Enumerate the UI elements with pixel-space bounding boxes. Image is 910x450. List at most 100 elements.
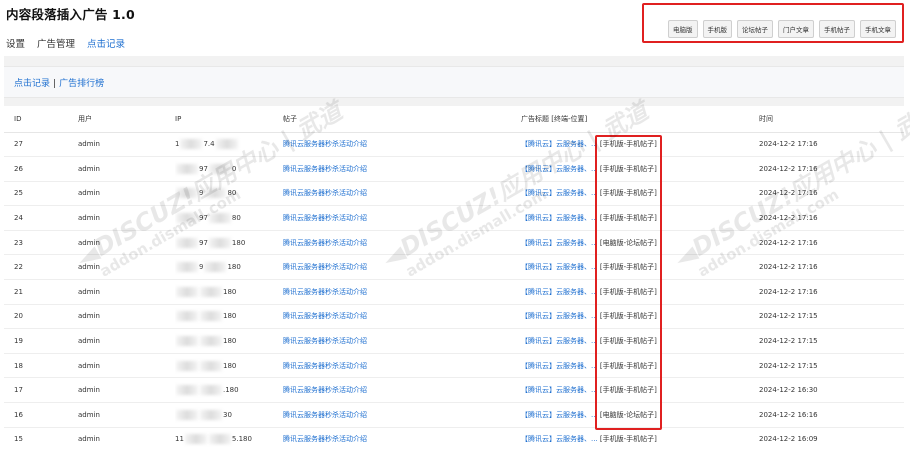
cell-id: 15 [4,427,78,450]
cell-post: 腾讯云服务器秒杀活动介绍 [283,304,521,330]
cell-post: 腾讯云服务器秒杀活动介绍 [283,132,521,158]
ad-position: [手机版-手机帖子] [599,337,657,346]
ip-redaction [176,163,198,174]
table-row: 23 admin 97 180 腾讯云服务器秒杀活动介绍 【腾讯云】云服务器、... [电… [4,230,904,256]
ip-redaction [200,409,222,420]
ip-redaction [176,311,198,322]
ip-redaction [208,237,231,248]
ad-position: [手机版-手机帖子] [599,263,657,272]
cell-id: 27 [4,132,78,158]
cell-ip: 180 [175,304,283,330]
cell-time: 2024-12-2 17:15 [759,328,904,354]
col-header-ad: 广告标题 [终端-位置] [521,106,759,133]
ad-title-link[interactable]: 【腾讯云】云服务器、... [521,214,598,222]
cell-ad: 【腾讯云】云服务器、... [手机版-手机帖子] [521,156,759,182]
post-link[interactable]: 腾讯云服务器秒杀活动介绍 [283,189,367,197]
ip-redaction [176,286,198,297]
post-link[interactable]: 腾讯云服务器秒杀活动介绍 [283,214,367,222]
ad-title-link[interactable]: 【腾讯云】云服务器、... [521,263,598,271]
ad-title-link[interactable]: 【腾讯云】云服务器、... [521,386,598,394]
cell-id: 23 [4,230,78,256]
cell-time: 2024-12-2 17:15 [759,304,904,330]
cell-ad: 【腾讯云】云服务器、... [手机版-手机帖子] [521,427,759,450]
cell-user: admin [78,254,175,281]
ip-redaction [176,262,198,273]
cell-ip: 1 7.4 [175,132,283,158]
ip-redaction [200,311,222,322]
post-link[interactable]: 腾讯云服务器秒杀活动介绍 [283,263,367,271]
ip-redaction [176,188,198,199]
post-link[interactable]: 腾讯云服务器秒杀活动介绍 [283,140,367,148]
ad-position: [手机版-手机帖子] [599,214,657,223]
cell-ip: 180 [175,353,283,379]
ad-title-link[interactable]: 【腾讯云】云服务器、... [521,337,598,345]
post-link[interactable]: 腾讯云服务器秒杀活动介绍 [283,239,367,247]
post-link[interactable]: 腾讯云服务器秒杀活动介绍 [283,435,367,443]
ip-redaction [176,360,198,371]
table-row: 24 admin 97 80 腾讯云服务器秒杀活动介绍 【腾讯云】云服务器、... [手机… [4,205,904,231]
ad-title-link[interactable]: 【腾讯云】云服务器、... [521,140,598,148]
post-link[interactable]: 腾讯云服务器秒杀活动介绍 [283,337,367,345]
ad-position: [手机版-手机帖子] [599,140,657,149]
cell-post: 腾讯云服务器秒杀活动介绍 [283,377,521,404]
ad-title-link[interactable]: 【腾讯云】云服务器、... [521,435,598,443]
post-link[interactable]: 腾讯云服务器秒杀活动介绍 [283,312,367,320]
cell-ad: 【腾讯云】云服务器、... [手机版-手机帖子] [521,279,759,305]
cell-id: 24 [4,205,78,231]
ip-redaction [215,139,238,150]
tab-ad-management[interactable]: 广告管理 [37,36,75,58]
ad-position: [手机版-手机帖子] [599,386,657,395]
ad-title-link[interactable]: 【腾讯云】云服务器、... [521,362,598,370]
cell-id: 22 [4,254,78,281]
ranking-link[interactable]: 广告排行榜 [59,79,104,89]
filter-pc-button[interactable]: 电脑版 [668,20,698,38]
cell-id: 25 [4,181,78,207]
col-header-time: 时间 [759,106,904,133]
ip-part: .180 [223,386,239,395]
col-header-user: 用户 [78,106,175,133]
ad-title-link[interactable]: 【腾讯云】云服务器、... [521,312,598,320]
ip-redaction [176,213,198,224]
post-link[interactable]: 腾讯云服务器秒杀活动介绍 [283,165,367,173]
table-row: 20 admin 180 腾讯云服务器秒杀活动介绍 【腾讯云】云服务器、... [手机版… [4,304,904,330]
cell-id: 16 [4,402,78,428]
breadcrumb-current: 点击记录 [14,79,51,89]
filter-portal-article-button[interactable]: 门户文章 [778,20,814,38]
ad-title-link[interactable]: 【腾讯云】云服务器、... [521,165,598,173]
filter-mobile-button[interactable]: 手机版 [702,20,732,38]
cell-ad: 【腾讯云】云服务器、... [手机版-手机帖子] [521,377,759,404]
ip-redaction [176,336,198,347]
cell-post: 腾讯云服务器秒杀活动介绍 [283,279,521,305]
cell-post: 腾讯云服务器秒杀活动介绍 [283,230,521,256]
col-header-id: ID [4,106,78,133]
ad-title-link[interactable]: 【腾讯云】云服务器、... [521,411,598,419]
post-link[interactable]: 腾讯云服务器秒杀活动介绍 [283,411,367,419]
cell-id: 20 [4,304,78,330]
post-link[interactable]: 腾讯云服务器秒杀活动介绍 [283,362,367,370]
table-row: 25 admin 9 80 腾讯云服务器秒杀活动介绍 【腾讯云】云服务器、... [手机版… [4,181,904,207]
cell-time: 2024-12-2 17:16 [759,254,904,281]
table-row: 17 admin .180 腾讯云服务器秒杀活动介绍 【腾讯云】云服务器、... [手机… [4,377,904,404]
post-link[interactable]: 腾讯云服务器秒杀活动介绍 [283,288,367,296]
breadcrumb-separator: | [53,79,57,89]
cell-user: admin [78,230,175,256]
ad-title-link[interactable]: 【腾讯云】云服务器、... [521,288,598,296]
post-link[interactable]: 腾讯云服务器秒杀活动介绍 [283,386,367,394]
ad-position: [手机版-手机帖子] [599,435,657,444]
table-row: 27 admin 1 7.4 腾讯云服务器秒杀活动介绍 【腾讯云】云服务器、... [手机… [4,132,904,158]
ip-redaction [200,360,222,371]
cell-id: 19 [4,328,78,354]
table-row: 21 admin 180 腾讯云服务器秒杀活动介绍 【腾讯云】云服务器、... [手机版… [4,279,904,305]
cell-ad: 【腾讯云】云服务器、... [手机版-手机帖子] [521,254,759,281]
cell-user: admin [78,328,175,354]
filter-mobile-post-button[interactable]: 手机帖子 [819,20,855,38]
tab-click-records[interactable]: 点击记录 [87,36,126,58]
ip-redaction [180,139,203,150]
cell-post: 腾讯云服务器秒杀活动介绍 [283,254,521,281]
filter-forum-post-button[interactable]: 论坛帖子 [737,20,773,38]
ad-title-link[interactable]: 【腾讯云】云服务器、... [521,189,598,197]
cell-ip: 30 [175,402,283,428]
filter-mobile-article-button[interactable]: 手机文章 [860,20,896,38]
ad-title-link[interactable]: 【腾讯云】云服务器、... [521,239,598,247]
tab-settings[interactable]: 设置 [6,36,25,58]
